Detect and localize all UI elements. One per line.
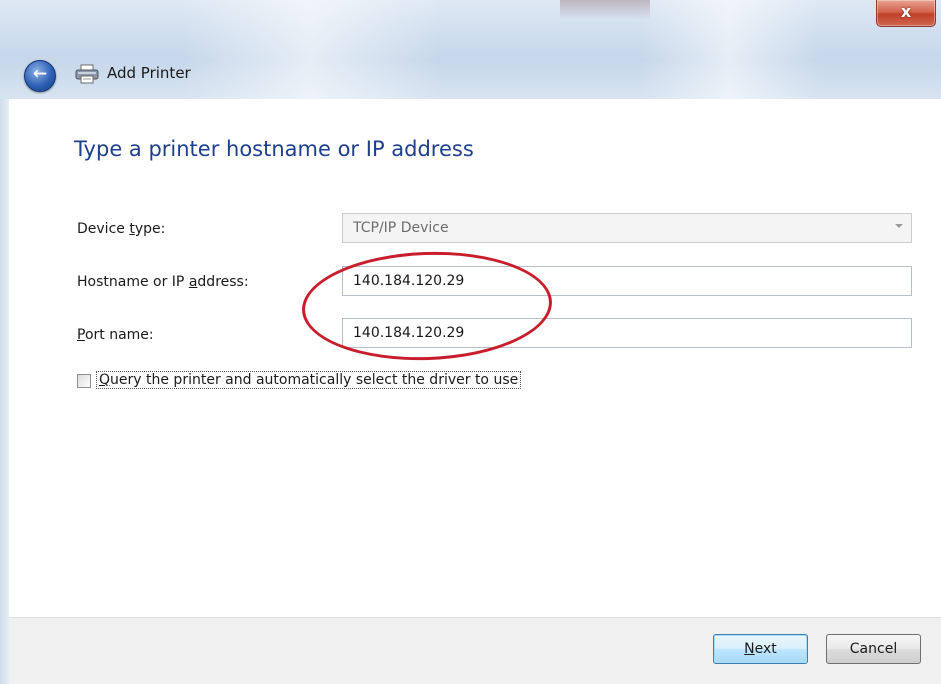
query-printer-checkbox[interactable] [77,374,91,388]
printer-icon [75,64,99,84]
page-title: Type a printer hostname or IP address [74,137,474,161]
close-icon: x [900,2,912,21]
query-printer-label[interactable]: Query the printer and automatically sele… [96,371,522,389]
port-name-label: Port name: [77,327,154,343]
glass-highlight [180,0,440,99]
port-name-input[interactable]: 140.184.120.29 [342,318,912,348]
hostname-input[interactable]: 140.184.120.29 [342,266,912,296]
glass-shade [560,0,650,20]
device-type-label: Device type: [77,221,166,237]
back-arrow-icon: ← [32,64,48,84]
glass-highlight [640,0,820,99]
window-frame-edge [0,99,9,684]
window-title: Add Printer [107,64,191,82]
back-button[interactable]: ← [24,60,56,92]
next-button[interactable]: Next [713,634,808,664]
cancel-button[interactable]: Cancel [826,634,921,664]
hostname-label: Hostname or IP address: [77,274,249,290]
close-button[interactable]: x [876,0,936,27]
wizard-content [9,99,941,617]
add-printer-window: x ← Add Printer Type a printer hostname … [0,0,941,684]
device-type-select[interactable]: TCP/IP Device [342,213,912,243]
device-type-value: TCP/IP Device [353,220,449,236]
title-bar [0,0,941,99]
chevron-down-icon [895,224,903,228]
